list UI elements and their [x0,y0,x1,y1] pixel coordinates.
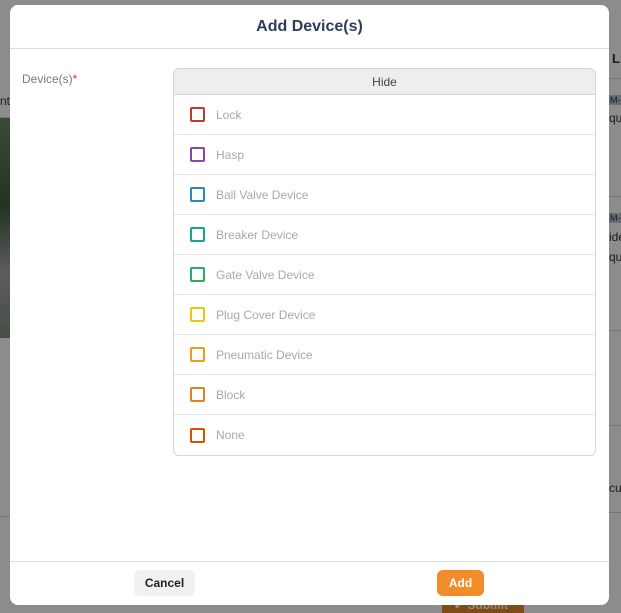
device-option-label: Breaker Device [216,227,299,242]
device-option-label: None [216,428,245,442]
device-option-row[interactable]: Gate Valve Device [174,255,595,295]
device-checkbox[interactable] [190,227,205,242]
add-device-modal: Add Device(s) Device(s)* Hide Lock Hasp Ba… [10,5,609,605]
devices-label-text: Device(s) [22,72,73,86]
device-option-label: Lock [216,107,242,122]
device-option-row[interactable]: Pneumatic Device [174,335,595,375]
modal-body: Device(s)* Hide Lock Hasp Ball Valve Devic… [10,49,609,560]
modal-header: Add Device(s) [10,5,609,49]
device-rows: Lock Hasp Ball Valve Device Breaker Device G… [174,95,595,455]
modal-footer: Cancel Add [10,561,609,605]
device-checkbox[interactable] [190,187,205,202]
device-checkbox[interactable] [190,427,205,443]
device-checkbox[interactable] [190,147,205,162]
devices-field-label: Device(s)* [22,72,77,86]
device-checkbox-list: Hide Lock Hasp Ball Valve Device Breaker De… [173,68,596,456]
device-option-row[interactable]: Ball Valve Device [174,175,595,215]
device-checkbox[interactable] [190,387,205,402]
device-checkbox[interactable] [190,267,205,282]
device-option-label: Pneumatic Device [216,347,313,362]
add-button[interactable]: Add [437,570,484,596]
device-option-row[interactable]: Breaker Device [174,215,595,255]
device-option-row[interactable]: Block [174,375,595,415]
device-option-row[interactable]: Plug Cover Device [174,295,595,335]
device-option-row[interactable]: Hasp [174,135,595,175]
device-option-label: Hasp [216,147,245,162]
device-option-label: Gate Valve Device [216,267,315,282]
device-option-row[interactable]: Lock [174,95,595,135]
device-option-label: Plug Cover Device [216,307,316,322]
device-option-row[interactable]: None [174,415,595,455]
modal-title: Add Device(s) [256,17,363,35]
device-option-label: Block [216,387,246,402]
device-checkbox[interactable] [190,347,205,362]
required-marker: * [72,72,78,86]
device-option-label: Ball Valve Device [216,187,309,202]
cancel-button[interactable]: Cancel [134,570,195,596]
hide-toggle[interactable]: Hide [174,69,595,95]
device-checkbox[interactable] [190,107,205,122]
device-checkbox[interactable] [190,307,205,322]
